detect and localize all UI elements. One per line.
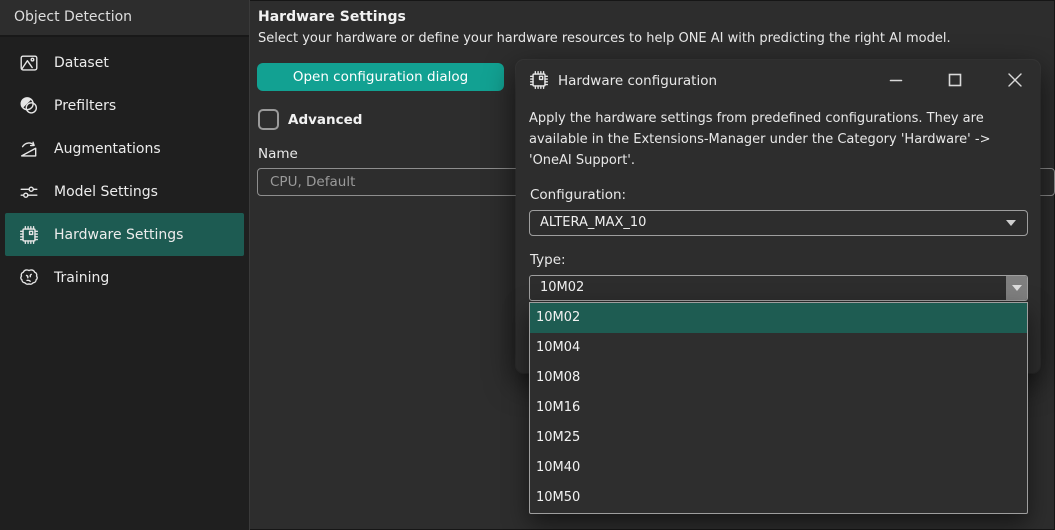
sliders-icon [18, 181, 40, 203]
close-icon[interactable] [1002, 67, 1028, 93]
configuration-dropdown[interactable]: ALTERA_MAX_10 [529, 210, 1028, 236]
chip-icon [528, 69, 550, 91]
page-title: Hardware Settings [258, 9, 406, 25]
sidebar-item-label: Training [54, 270, 109, 286]
type-label: Type: [530, 252, 566, 268]
sidebar-nav: Dataset Prefilters [0, 37, 249, 299]
augmentation-icon [18, 138, 40, 160]
type-dropdown[interactable]: 10M02 [529, 275, 1028, 301]
sidebar: Object Detection Dataset [0, 0, 250, 530]
sidebar-item-label: Model Settings [54, 184, 158, 200]
sidebar-item-label: Dataset [54, 55, 109, 71]
configuration-value: ALTERA_MAX_10 [540, 215, 646, 230]
type-option[interactable]: 10M04 [530, 333, 1027, 363]
chip-icon [18, 224, 40, 246]
page-description: Select your hardware or define your hard… [258, 31, 951, 46]
type-dropdown-button[interactable] [1006, 276, 1027, 300]
sidebar-item-label: Hardware Settings [54, 227, 183, 243]
app-window: Object Detection Dataset [0, 0, 1055, 530]
type-option[interactable]: 10M50 [530, 483, 1027, 513]
sidebar-title: Object Detection [0, 0, 249, 37]
sidebar-item-model-settings[interactable]: Model Settings [5, 170, 244, 213]
sidebar-item-prefilters[interactable]: Prefilters [5, 84, 244, 127]
type-option[interactable]: 10M40 [530, 453, 1027, 483]
sidebar-item-label: Augmentations [54, 141, 161, 157]
chevron-down-icon [1012, 285, 1022, 291]
image-icon [18, 52, 40, 74]
chevron-down-icon [1006, 220, 1016, 226]
advanced-checkbox-label: Advanced [288, 112, 362, 128]
type-value: 10M02 [540, 280, 584, 295]
sidebar-item-training[interactable]: Training [5, 256, 244, 299]
type-options-popup: 10M02 10M04 10M08 10M16 10M25 10M40 10M5… [529, 302, 1028, 514]
sidebar-item-label: Prefilters [54, 98, 116, 114]
advanced-checkbox[interactable] [258, 109, 279, 130]
brain-icon [18, 267, 40, 289]
sidebar-item-hardware-settings[interactable]: Hardware Settings [5, 213, 244, 256]
open-configuration-dialog-button[interactable]: Open configuration dialog [257, 63, 504, 91]
dialog-title: Hardware configuration [558, 73, 717, 89]
type-option[interactable]: 10M08 [530, 363, 1027, 393]
dialog-description: Apply the hardware settings from predefi… [529, 108, 1032, 171]
type-option[interactable]: 10M16 [530, 393, 1027, 423]
name-field-label: Name [258, 146, 298, 162]
maximize-icon[interactable] [942, 67, 968, 93]
type-option[interactable]: 10M25 [530, 423, 1027, 453]
prefilter-icon [18, 95, 40, 117]
sidebar-item-augmentations[interactable]: Augmentations [5, 127, 244, 170]
sidebar-item-dataset[interactable]: Dataset [5, 41, 244, 84]
type-option[interactable]: 10M02 [530, 303, 1027, 333]
configuration-label: Configuration: [530, 187, 626, 203]
minimize-icon[interactable] [883, 67, 909, 93]
